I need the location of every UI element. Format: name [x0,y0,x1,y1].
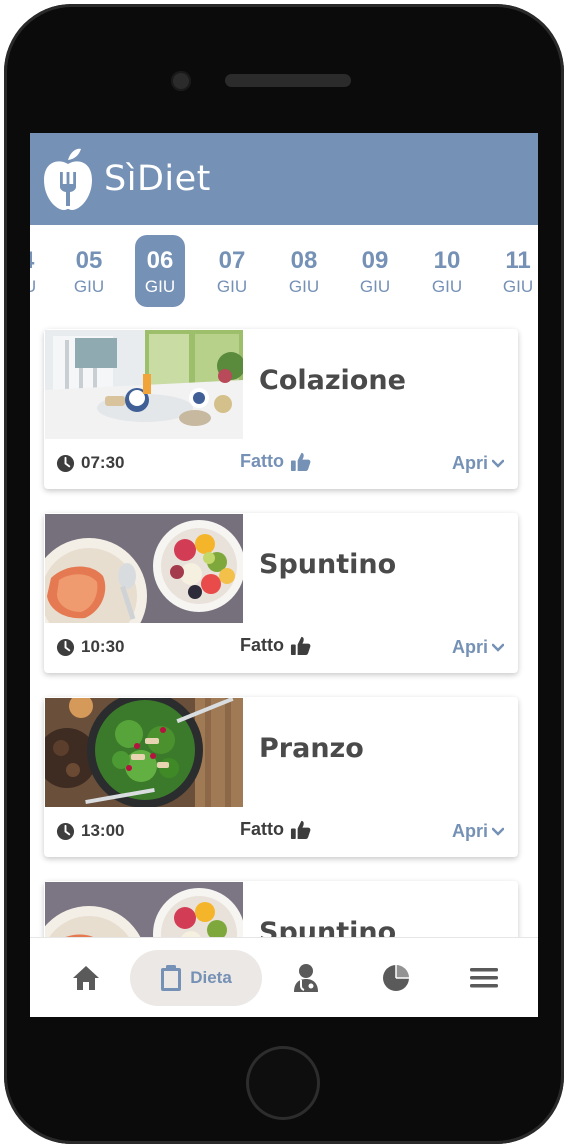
app-screen: SìDiet 04 GIU 05 GIU 06 GIU 07 GIU 08 GI… [30,133,538,1017]
nav-diet-button[interactable]: Dieta [130,950,262,1006]
clipboard-icon [161,965,182,991]
salad-photo [45,698,243,807]
nav-home-button[interactable] [66,950,106,1006]
date-item[interactable]: 11 GIU [493,235,538,307]
open-label: Apri [452,453,488,473]
clock-icon [56,638,75,656]
date-item[interactable]: 04 GIU [30,235,46,307]
nav-diet-label: Dieta [190,968,232,987]
date-month: GIU [144,277,176,296]
meal-time: 10:30 [56,637,124,657]
date-day: 09 [361,247,389,274]
meal-name: Colazione [259,365,406,396]
app-header: SìDiet [30,133,538,225]
meal-card[interactable]: Spuntino 10:30 Fatto Apri [44,513,518,673]
open-button[interactable]: Apri [452,637,504,658]
date-day: 11 [505,247,531,274]
meal-name: Spuntino [259,549,397,580]
camera [171,71,191,91]
date-item-selected[interactable]: 06 GIU [135,235,185,307]
date-item[interactable]: 05 GIU [64,235,114,307]
chevron-down-icon [492,459,504,468]
done-label: Fatto [240,635,284,655]
meal-time-value: 10:30 [81,637,125,656]
meal-time: 07:30 [56,453,124,473]
chevron-down-icon [492,827,504,836]
date-item[interactable]: 09 GIU [350,235,400,307]
date-item[interactable]: 07 GIU [207,235,257,307]
phone-frame: SìDiet 04 GIU 05 GIU 06 GIU 07 GIU 08 GI… [4,4,564,1144]
meal-time-value: 07:30 [81,453,125,472]
open-button[interactable]: Apri [452,821,504,842]
date-day: 10 [433,247,461,274]
nav-menu-button[interactable] [464,950,504,1006]
chevron-down-icon [492,643,504,652]
date-day: 04 [30,247,46,275]
done-label: Fatto [240,451,284,471]
date-day: 08 [290,247,318,274]
thumbs-up-icon [290,452,311,472]
fruit-bowl-photo [45,514,243,623]
meal-list: Colazione 07:30 Fatto Apri Spuntino 10:3… [30,317,538,937]
fruit-bowl-photo [45,882,243,937]
app-title: SìDiet [104,159,211,199]
meal-name: Spuntino [259,917,397,937]
date-month: GIU [359,277,391,296]
open-button[interactable]: Apri [452,453,504,474]
date-item[interactable]: 08 GIU [279,235,329,307]
done-label: Fatto [240,819,284,839]
date-item[interactable]: 10 GIU [422,235,472,307]
date-strip[interactable]: 04 GIU 05 GIU 06 GIU 07 GIU 08 GIU 09 GI… [30,225,538,317]
speaker [225,74,351,87]
date-month: GIU [216,277,248,296]
meal-time-value: 13:00 [81,821,125,840]
meal-name: Pranzo [259,733,364,764]
apple-fork-logo-icon [44,148,92,210]
thumbs-up-icon [290,636,311,656]
done-button[interactable]: Fatto [240,451,311,472]
doctor-icon [294,964,318,992]
open-label: Apri [452,821,488,841]
date-day: 07 [218,247,246,274]
date-month: GIU [73,277,105,296]
clock-icon [56,454,75,472]
date-month: GIU [30,277,46,297]
date-day: 06 [146,247,174,274]
open-label: Apri [452,637,488,657]
date-month: GIU [502,277,534,296]
done-button[interactable]: Fatto [240,635,311,656]
home-icon [73,966,99,990]
date-day: 05 [75,247,103,274]
date-month: GIU [431,277,463,296]
nav-doctor-button[interactable] [284,950,328,1006]
pie-chart-icon [383,965,409,991]
date-month: GIU [288,277,320,296]
bottom-nav: Dieta [30,937,538,1017]
meal-time: 13:00 [56,821,124,841]
meal-card[interactable]: Spuntino [44,881,518,937]
meal-card[interactable]: Pranzo 13:00 Fatto Apri [44,697,518,857]
breakfast-photo [45,330,243,439]
nav-stats-button[interactable] [374,950,418,1006]
home-hardware-button[interactable] [246,1046,320,1120]
menu-icon [470,968,498,988]
meal-card[interactable]: Colazione 07:30 Fatto Apri [44,329,518,489]
thumbs-up-icon [290,820,311,840]
done-button[interactable]: Fatto [240,819,311,840]
clock-icon [56,822,75,840]
